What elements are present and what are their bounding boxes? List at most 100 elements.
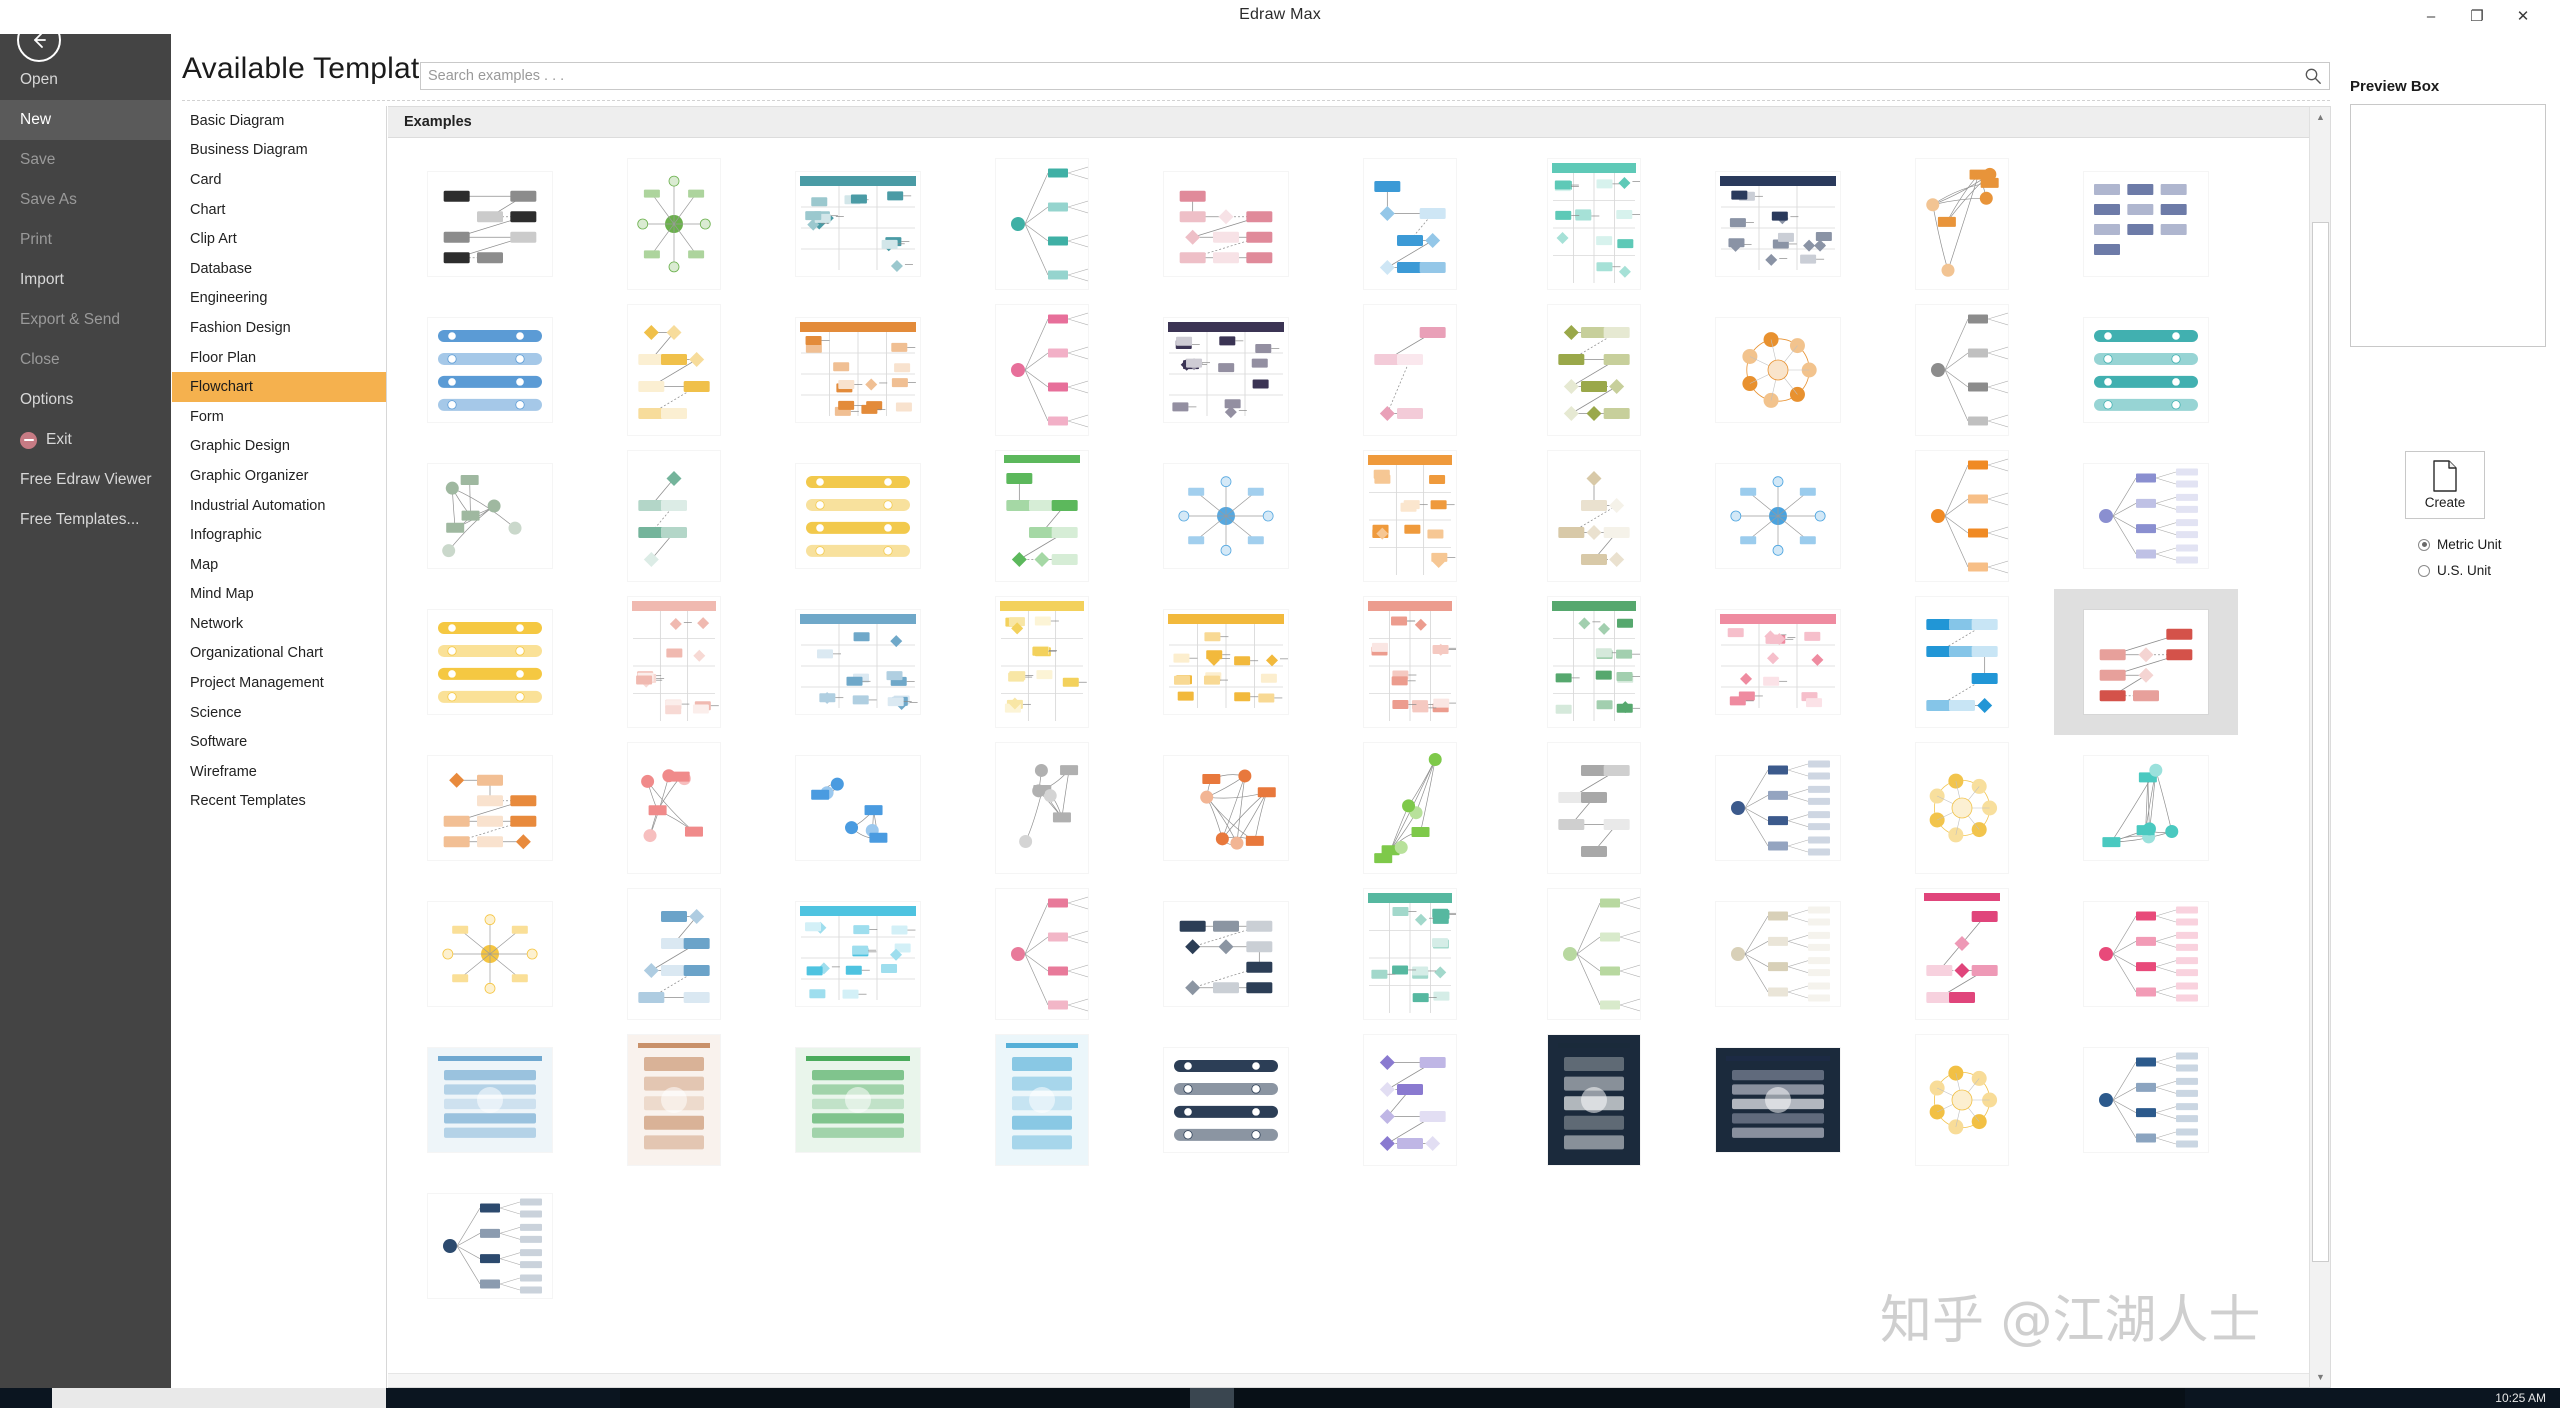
examples-vertical-scrollbar[interactable]: ▲ ▼ (2309, 107, 2330, 1387)
category-item-engineering[interactable]: Engineering (172, 284, 386, 314)
template-thumbnail[interactable] (398, 297, 582, 443)
template-thumbnail[interactable] (398, 881, 582, 1027)
category-item-network[interactable]: Network (172, 609, 386, 639)
search-icon[interactable] (2304, 67, 2322, 85)
category-item-graphic-design[interactable]: Graphic Design (172, 432, 386, 462)
template-thumbnail[interactable] (582, 735, 766, 881)
template-thumbnail[interactable] (1502, 589, 1686, 735)
template-thumbnail[interactable] (1686, 589, 1870, 735)
template-thumbnail[interactable] (2054, 735, 2238, 881)
template-thumbnail[interactable] (950, 151, 1134, 297)
template-thumbnail[interactable] (2054, 443, 2238, 589)
template-thumbnail[interactable] (398, 443, 582, 589)
search-box[interactable] (420, 62, 2330, 90)
sidebar-item-free-edraw-viewer[interactable]: Free Edraw Viewer (0, 460, 171, 500)
create-button[interactable]: Create (2405, 451, 2485, 519)
template-thumbnail[interactable] (766, 443, 950, 589)
template-thumbnail[interactable] (582, 1027, 766, 1173)
template-thumbnail[interactable] (398, 1173, 582, 1319)
template-thumbnail[interactable] (1686, 297, 1870, 443)
category-item-graphic-organizer[interactable]: Graphic Organizer (172, 461, 386, 491)
category-item-science[interactable]: Science (172, 698, 386, 728)
sidebar-item-import[interactable]: Import (0, 260, 171, 300)
template-thumbnail[interactable] (1502, 443, 1686, 589)
template-thumbnail[interactable] (2054, 1027, 2238, 1173)
scroll-down-icon[interactable]: ▼ (2310, 1367, 2330, 1387)
template-thumbnail[interactable] (1318, 1027, 1502, 1173)
template-thumbnail[interactable] (950, 297, 1134, 443)
category-item-card[interactable]: Card (172, 165, 386, 195)
template-thumbnail[interactable] (2054, 589, 2238, 735)
template-thumbnail[interactable] (1318, 151, 1502, 297)
restore-icon[interactable]: ❐ (2454, 2, 2500, 30)
template-thumbnail[interactable] (950, 589, 1134, 735)
category-item-flowchart[interactable]: Flowchart (172, 372, 386, 402)
template-thumbnail[interactable] (766, 735, 950, 881)
template-thumbnail[interactable] (1502, 151, 1686, 297)
close-icon[interactable]: ✕ (2500, 2, 2546, 30)
sidebar-item-exit[interactable]: Exit (0, 420, 171, 460)
category-item-floor-plan[interactable]: Floor Plan (172, 343, 386, 373)
template-thumbnail[interactable] (766, 151, 950, 297)
template-thumbnail[interactable] (1134, 151, 1318, 297)
template-thumbnail[interactable] (1502, 297, 1686, 443)
scrollbar-thumb[interactable] (2312, 222, 2329, 1262)
category-item-chart[interactable]: Chart (172, 195, 386, 225)
us-unit-radio-row[interactable]: U.S. Unit (2418, 563, 2491, 578)
template-thumbnail[interactable] (582, 151, 766, 297)
template-thumbnail[interactable] (2054, 881, 2238, 1027)
template-thumbnail[interactable] (582, 443, 766, 589)
search-input[interactable] (428, 63, 2278, 89)
category-item-clip-art[interactable]: Clip Art (172, 224, 386, 254)
template-thumbnail[interactable] (1870, 1027, 2054, 1173)
template-thumbnail[interactable] (950, 443, 1134, 589)
sidebar-item-new[interactable]: New (0, 100, 171, 140)
template-thumbnail[interactable] (1686, 735, 1870, 881)
scroll-up-icon[interactable]: ▲ (2310, 107, 2330, 127)
template-thumbnail[interactable] (1134, 443, 1318, 589)
category-item-database[interactable]: Database (172, 254, 386, 284)
template-thumbnail[interactable] (1134, 1027, 1318, 1173)
metric-unit-radio[interactable] (2418, 538, 2430, 551)
template-thumbnail[interactable] (2054, 151, 2238, 297)
template-thumbnail[interactable] (1686, 443, 1870, 589)
category-item-project-management[interactable]: Project Management (172, 668, 386, 698)
template-thumbnail[interactable] (1318, 881, 1502, 1027)
template-thumbnail[interactable] (1318, 589, 1502, 735)
template-thumbnail[interactable] (1502, 881, 1686, 1027)
template-thumbnail[interactable] (1502, 735, 1686, 881)
template-thumbnail[interactable] (766, 1027, 950, 1173)
template-thumbnail[interactable] (1134, 297, 1318, 443)
template-thumbnail[interactable] (950, 1027, 1134, 1173)
template-thumbnail[interactable] (582, 297, 766, 443)
template-thumbnail[interactable] (1870, 881, 2054, 1027)
category-item-map[interactable]: Map (172, 550, 386, 580)
sidebar-item-options[interactable]: Options (0, 380, 171, 420)
template-thumbnail[interactable] (398, 735, 582, 881)
sidebar-item-free-templates[interactable]: Free Templates... (0, 500, 171, 540)
category-item-software[interactable]: Software (172, 727, 386, 757)
template-thumbnail[interactable] (1870, 297, 2054, 443)
category-item-form[interactable]: Form (172, 402, 386, 432)
template-thumbnail[interactable] (582, 881, 766, 1027)
category-item-wireframe[interactable]: Wireframe (172, 757, 386, 787)
template-thumbnail[interactable] (1134, 589, 1318, 735)
template-thumbnail[interactable] (1318, 297, 1502, 443)
template-thumbnail[interactable] (1870, 589, 2054, 735)
template-thumbnail[interactable] (950, 881, 1134, 1027)
template-thumbnail[interactable] (1686, 151, 1870, 297)
category-item-business-diagram[interactable]: Business Diagram (172, 136, 386, 166)
category-item-recent-templates[interactable]: Recent Templates (172, 787, 386, 817)
category-item-basic-diagram[interactable]: Basic Diagram (172, 106, 386, 136)
template-thumbnail[interactable] (1502, 1027, 1686, 1173)
template-thumbnail[interactable] (1686, 881, 1870, 1027)
template-thumbnail[interactable] (1318, 443, 1502, 589)
category-item-mind-map[interactable]: Mind Map (172, 580, 386, 610)
category-item-industrial-automation[interactable]: Industrial Automation (172, 491, 386, 521)
sidebar-item-open[interactable]: Open (0, 60, 171, 100)
template-thumbnail[interactable] (766, 297, 950, 443)
template-thumbnail[interactable] (582, 589, 766, 735)
category-item-organizational-chart[interactable]: Organizational Chart (172, 639, 386, 669)
template-thumbnail[interactable] (1318, 735, 1502, 881)
category-item-fashion-design[interactable]: Fashion Design (172, 313, 386, 343)
